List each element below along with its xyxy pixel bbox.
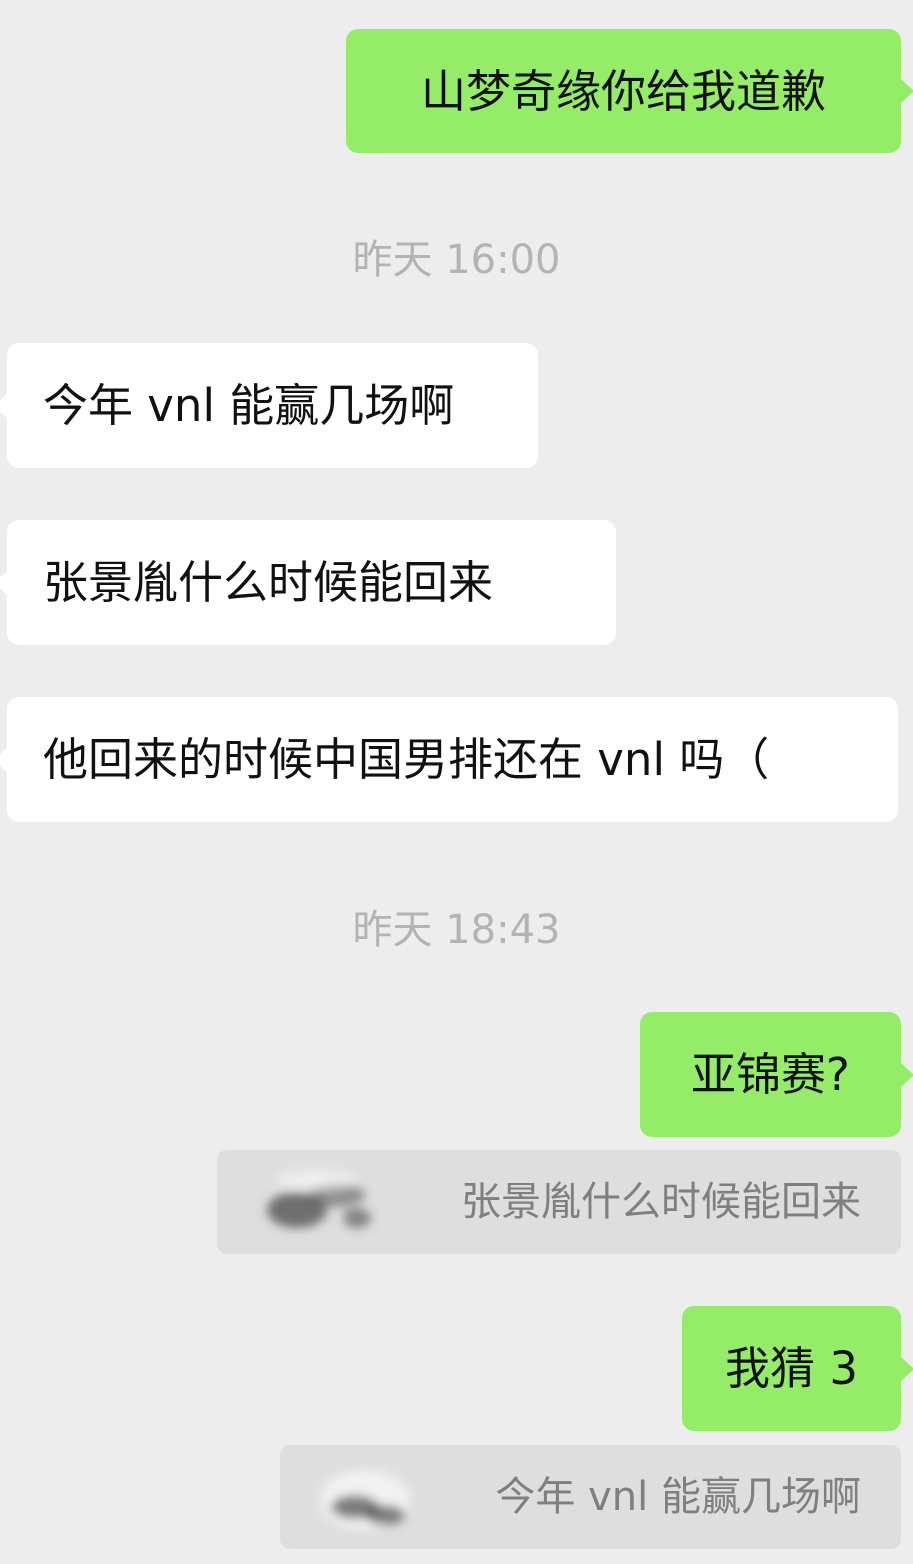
message-text: 今年 vnl 能赢几场啊 (43, 379, 455, 432)
sent-message-bubble[interactable]: 我猜 3 (682, 1306, 913, 1431)
received-message-bubble[interactable]: 他回来的时候中国男排还在 vnl 吗（ (0, 697, 898, 822)
message-text: 张景胤什么时候能回来 (43, 556, 494, 609)
timestamp: 昨天 16:00 (352, 237, 561, 283)
blurred-image-icon (320, 1470, 410, 1530)
message-text: 他回来的时候中国男排还在 vnl 吗（ (43, 733, 770, 786)
quoted-message[interactable]: 张景胤什么时候能回来 (217, 1150, 901, 1254)
received-message-bubble[interactable]: 张景胤什么时候能回来 (0, 520, 616, 645)
message-text: 我猜 3 (725, 1342, 858, 1395)
quoted-text: 今年 vnl 能赢几场啊 (495, 1474, 861, 1520)
quoted-message[interactable]: 今年 vnl 能赢几场啊 (280, 1445, 901, 1549)
message-text: 山梦奇缘你给我道歉 (420, 64, 826, 118)
quoted-text: 张景胤什么时候能回来 (461, 1179, 861, 1225)
sent-message-bubble[interactable]: 山梦奇缘你给我道歉 (346, 29, 913, 153)
sent-message-bubble[interactable]: 亚锦赛? (640, 1012, 913, 1137)
received-message-bubble[interactable]: 今年 vnl 能赢几场啊 (0, 343, 538, 468)
timestamp: 昨天 18:43 (352, 907, 561, 953)
blurred-image-icon (267, 1170, 371, 1228)
message-text: 亚锦赛? (691, 1048, 850, 1101)
